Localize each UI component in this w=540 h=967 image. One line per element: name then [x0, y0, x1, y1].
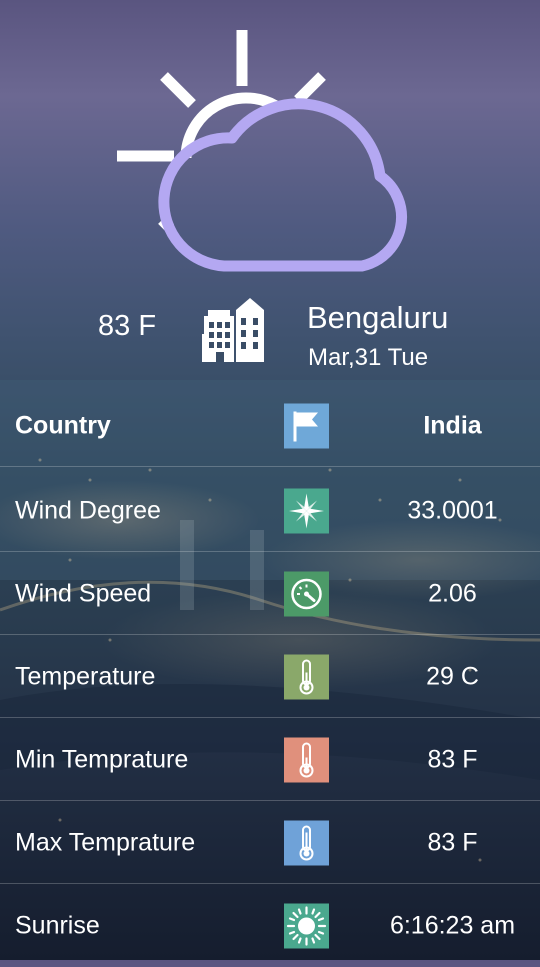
thermometer-icon [284, 654, 329, 700]
row-label: Sunrise [15, 911, 100, 940]
row-value: 83 F [427, 828, 478, 857]
info-row-wind-degree: Wind Degree 33.0001 [0, 470, 540, 552]
divider [0, 466, 540, 467]
row-label: Min Temprature [15, 745, 189, 774]
row-label: Temperature [15, 662, 156, 691]
row-label: Wind Degree [15, 496, 161, 525]
info-row-country: Country India [0, 385, 540, 467]
row-label: Max Temprature [15, 828, 196, 857]
building-icon [202, 298, 264, 362]
thermometer-icon [284, 737, 329, 783]
divider [0, 551, 540, 552]
thermometer-icon [284, 820, 329, 866]
divider [0, 717, 540, 718]
row-label: Wind Speed [15, 579, 152, 608]
divider [0, 634, 540, 635]
partly-cloudy-icon [117, 30, 408, 272]
flag-icon [284, 403, 329, 449]
info-row-temperature: Temperature 29 C [0, 636, 540, 718]
speedometer-icon [284, 571, 329, 617]
row-value: 33.0001 [407, 496, 498, 525]
info-row-max-temperature: Max Temprature 83 F [0, 802, 540, 884]
row-value: 2.06 [428, 579, 477, 608]
sun-icon [284, 903, 329, 949]
row-value: India [423, 411, 482, 440]
divider [0, 800, 540, 801]
info-row-sunrise: Sunrise 6:16:23 am [0, 885, 540, 967]
row-value: 6:16:23 am [389, 911, 516, 940]
city-name: Bengaluru [307, 300, 449, 335]
row-value: 83 F [427, 745, 478, 774]
info-row-wind-speed: Wind Speed 2.06 [0, 553, 540, 635]
row-value: 29 C [426, 662, 479, 691]
row-label: Country [15, 411, 111, 440]
divider [0, 883, 540, 884]
compass-icon [284, 488, 329, 534]
weather-screen: 83 F Bengaluru Mar,31 Tue Country India … [0, 0, 540, 960]
city-date: Mar,31 Tue [308, 344, 429, 371]
current-temperature: 83 F [98, 310, 157, 342]
info-row-min-temperature: Min Temprature 83 F [0, 719, 540, 801]
